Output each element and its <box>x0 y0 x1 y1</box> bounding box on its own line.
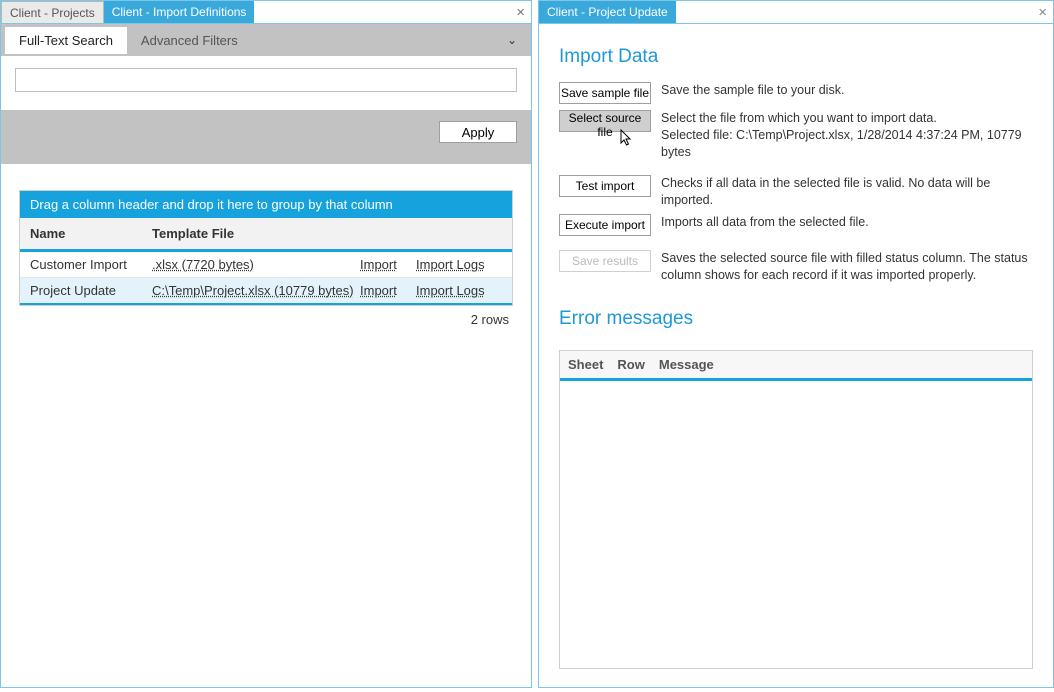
test-import-button[interactable]: Test import <box>559 175 651 197</box>
definitions-grid: Drag a column header and drop it here to… <box>19 190 513 306</box>
col-header-sheet[interactable]: Sheet <box>568 357 603 372</box>
execute-import-button[interactable]: Execute import <box>559 214 651 236</box>
filter-tab-advanced[interactable]: Advanced Filters <box>127 27 252 54</box>
select-source-file-button[interactable]: Select source file <box>559 110 651 132</box>
col-header-name[interactable]: Name <box>20 218 142 249</box>
grid-group-bar[interactable]: Drag a column header and drop it here to… <box>20 191 512 218</box>
test-import-desc: Checks if all data in the selected file … <box>661 175 1033 209</box>
grid-header: Name Template File <box>20 218 512 252</box>
heading-import-data: Import Data <box>559 46 1033 68</box>
heading-error-messages: Error messages <box>559 308 1033 330</box>
col-header-row[interactable]: Row <box>617 357 644 372</box>
pane-import-definitions: Client - Projects Client - Import Defini… <box>0 0 532 688</box>
apply-button[interactable]: Apply <box>439 121 517 143</box>
error-grid-body <box>560 381 1032 666</box>
cell-template[interactable]: C:\Temp\Project.xlsx (10779 bytes) <box>152 283 360 298</box>
filter-area: Full-Text Search Advanced Filters ⌄ Appl… <box>1 24 531 164</box>
chevron-down-icon[interactable]: ⌄ <box>497 33 527 47</box>
cell-name: Project Update <box>30 283 152 298</box>
tab-project-update[interactable]: Client - Project Update <box>539 1 676 23</box>
tab-bar-right: Client - Project Update × <box>539 1 1053 23</box>
col-header-message[interactable]: Message <box>659 357 714 372</box>
select-source-file-desc: Select the file from which you want to i… <box>661 110 1033 161</box>
filter-tab-fulltext[interactable]: Full-Text Search <box>5 27 127 54</box>
save-results-button: Save results <box>559 250 651 272</box>
tab-bar-left: Client - Projects Client - Import Defini… <box>1 1 531 23</box>
table-row[interactable]: Project Update C:\Temp\Project.xlsx (107… <box>20 278 512 305</box>
link-import[interactable]: Import <box>360 283 416 298</box>
error-grid: Sheet Row Message <box>559 350 1033 669</box>
cursor-icon <box>618 129 634 154</box>
pane-project-update: Client - Project Update × Import Data Sa… <box>538 0 1054 688</box>
link-import[interactable]: Import <box>360 257 416 272</box>
save-results-desc: Saves the selected source file with fill… <box>661 250 1033 284</box>
tab-projects[interactable]: Client - Projects <box>1 1 104 23</box>
link-import-logs[interactable]: Import Logs <box>416 257 502 272</box>
cell-template[interactable]: .xlsx (7720 bytes) <box>152 257 360 272</box>
cell-name: Customer Import <box>30 257 152 272</box>
tab-import-definitions[interactable]: Client - Import Definitions <box>104 1 255 23</box>
save-sample-file-desc: Save the sample file to your disk. <box>661 82 844 99</box>
search-input[interactable] <box>15 68 517 92</box>
error-grid-header: Sheet Row Message <box>560 351 1032 381</box>
save-sample-file-button[interactable]: Save sample file <box>559 82 651 104</box>
close-icon[interactable]: × <box>510 1 531 23</box>
execute-import-desc: Imports all data from the selected file. <box>661 214 869 231</box>
close-icon[interactable]: × <box>1032 1 1053 23</box>
grid-row-count: 2 rows <box>19 306 513 327</box>
col-header-template[interactable]: Template File <box>142 218 512 249</box>
link-import-logs[interactable]: Import Logs <box>416 283 502 298</box>
table-row[interactable]: Customer Import .xlsx (7720 bytes) Impor… <box>20 252 512 278</box>
